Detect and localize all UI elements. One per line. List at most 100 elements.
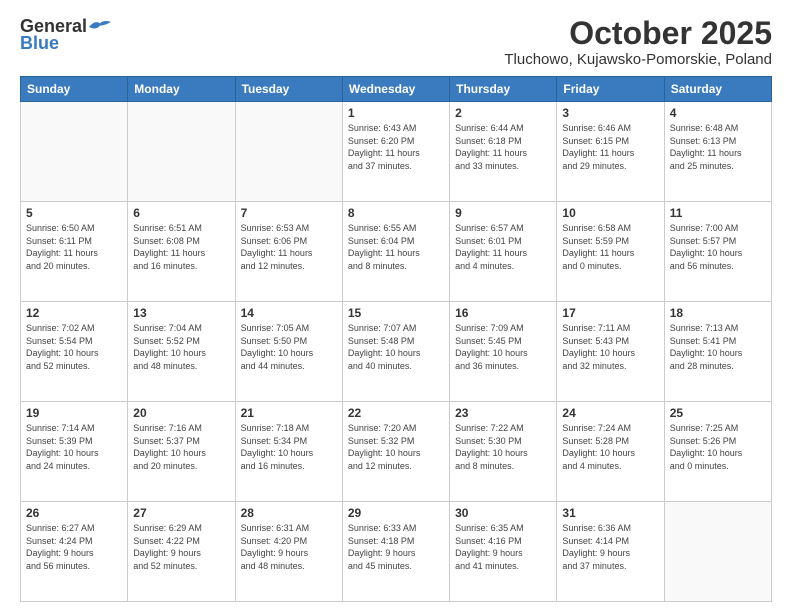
calendar-cell: 19 Sunrise: 7:14 AMSunset: 5:39 PMDayligh…	[21, 402, 128, 502]
calendar-cell: 7 Sunrise: 6:53 AMSunset: 6:06 PMDaylight…	[235, 202, 342, 302]
day-info: Sunrise: 6:48 AMSunset: 6:13 PMDaylight:…	[670, 122, 766, 172]
calendar-cell: 22 Sunrise: 7:20 AMSunset: 5:32 PMDayligh…	[342, 402, 449, 502]
day-number: 9	[455, 206, 551, 220]
day-number: 19	[26, 406, 122, 420]
day-number: 7	[241, 206, 337, 220]
day-info: Sunrise: 6:27 AMSunset: 4:24 PMDaylight:…	[26, 522, 122, 572]
calendar-cell	[235, 102, 342, 202]
calendar-cell: 4 Sunrise: 6:48 AMSunset: 6:13 PMDaylight…	[664, 102, 771, 202]
day-number: 28	[241, 506, 337, 520]
day-number: 29	[348, 506, 444, 520]
page: General Blue October 2025 Tluchowo, Kuja…	[0, 0, 792, 612]
day-number: 23	[455, 406, 551, 420]
week-row-3: 19 Sunrise: 7:14 AMSunset: 5:39 PMDayligh…	[21, 402, 772, 502]
day-number: 25	[670, 406, 766, 420]
day-info: Sunrise: 6:31 AMSunset: 4:20 PMDaylight:…	[241, 522, 337, 572]
calendar-cell: 30 Sunrise: 6:35 AMSunset: 4:16 PMDayligh…	[450, 502, 557, 602]
day-info: Sunrise: 6:50 AMSunset: 6:11 PMDaylight:…	[26, 222, 122, 272]
day-number: 2	[455, 106, 551, 120]
title-section: October 2025 Tluchowo, Kujawsko-Pomorski…	[504, 16, 772, 68]
weekday-header-wednesday: Wednesday	[342, 77, 449, 102]
weekday-header-sunday: Sunday	[21, 77, 128, 102]
calendar-cell: 15 Sunrise: 7:07 AMSunset: 5:48 PMDayligh…	[342, 302, 449, 402]
day-info: Sunrise: 7:09 AMSunset: 5:45 PMDaylight:…	[455, 322, 551, 372]
calendar-cell: 17Sunrise: 7:11 AMSunset: 5:43 PMDayligh…	[557, 302, 664, 402]
week-row-4: 26Sunrise: 6:27 AMSunset: 4:24 PMDayligh…	[21, 502, 772, 602]
day-number: 13	[133, 306, 229, 320]
day-number: 6	[133, 206, 229, 220]
day-info: Sunrise: 7:24 AMSunset: 5:28 PMDaylight:…	[562, 422, 658, 472]
calendar-cell: 3 Sunrise: 6:46 AMSunset: 6:15 PMDaylight…	[557, 102, 664, 202]
calendar-cell: 8 Sunrise: 6:55 AMSunset: 6:04 PMDaylight…	[342, 202, 449, 302]
calendar-cell: 9 Sunrise: 6:57 AMSunset: 6:01 PMDaylight…	[450, 202, 557, 302]
day-number: 5	[26, 206, 122, 220]
day-number: 15	[348, 306, 444, 320]
day-info: Sunrise: 7:07 AMSunset: 5:48 PMDaylight:…	[348, 322, 444, 372]
day-info: Sunrise: 6:46 AMSunset: 6:15 PMDaylight:…	[562, 122, 658, 172]
logo-bird-icon	[89, 19, 111, 35]
calendar-cell: 5 Sunrise: 6:50 AMSunset: 6:11 PMDaylight…	[21, 202, 128, 302]
day-number: 10	[562, 206, 658, 220]
day-info: Sunrise: 6:53 AMSunset: 6:06 PMDaylight:…	[241, 222, 337, 272]
calendar-table: SundayMondayTuesdayWednesdayThursdayFrid…	[20, 76, 772, 602]
weekday-header-thursday: Thursday	[450, 77, 557, 102]
calendar-cell: 13 Sunrise: 7:04 AMSunset: 5:52 PMDayligh…	[128, 302, 235, 402]
calendar-cell: 12Sunrise: 7:02 AMSunset: 5:54 PMDayligh…	[21, 302, 128, 402]
calendar-cell: 31 Sunrise: 6:36 AMSunset: 4:14 PMDayligh…	[557, 502, 664, 602]
day-info: Sunrise: 6:57 AMSunset: 6:01 PMDaylight:…	[455, 222, 551, 272]
day-info: Sunrise: 6:33 AMSunset: 4:18 PMDaylight:…	[348, 522, 444, 572]
calendar-cell: 28 Sunrise: 6:31 AMSunset: 4:20 PMDayligh…	[235, 502, 342, 602]
day-number: 3	[562, 106, 658, 120]
day-info: Sunrise: 7:11 AMSunset: 5:43 PMDaylight:…	[562, 322, 658, 372]
calendar-cell	[664, 502, 771, 602]
calendar-cell: 26Sunrise: 6:27 AMSunset: 4:24 PMDayligh…	[21, 502, 128, 602]
location-title: Tluchowo, Kujawsko-Pomorskie, Poland	[504, 51, 772, 68]
weekday-header-monday: Monday	[128, 77, 235, 102]
day-info: Sunrise: 7:18 AMSunset: 5:34 PMDaylight:…	[241, 422, 337, 472]
day-number: 24	[562, 406, 658, 420]
day-number: 22	[348, 406, 444, 420]
week-row-1: 5 Sunrise: 6:50 AMSunset: 6:11 PMDaylight…	[21, 202, 772, 302]
header: General Blue October 2025 Tluchowo, Kuja…	[20, 16, 772, 68]
logo-blue: Blue	[20, 33, 59, 54]
calendar-cell: 1Sunrise: 6:43 AMSunset: 6:20 PMDaylight…	[342, 102, 449, 202]
day-info: Sunrise: 7:00 AMSunset: 5:57 PMDaylight:…	[670, 222, 766, 272]
weekday-header-friday: Friday	[557, 77, 664, 102]
weekday-header-row: SundayMondayTuesdayWednesdayThursdayFrid…	[21, 77, 772, 102]
day-number: 21	[241, 406, 337, 420]
week-row-2: 12Sunrise: 7:02 AMSunset: 5:54 PMDayligh…	[21, 302, 772, 402]
day-number: 14	[241, 306, 337, 320]
day-info: Sunrise: 6:44 AMSunset: 6:18 PMDaylight:…	[455, 122, 551, 172]
logo: General Blue	[20, 16, 111, 54]
day-number: 8	[348, 206, 444, 220]
day-info: Sunrise: 6:36 AMSunset: 4:14 PMDaylight:…	[562, 522, 658, 572]
calendar-cell: 20Sunrise: 7:16 AMSunset: 5:37 PMDayligh…	[128, 402, 235, 502]
day-info: Sunrise: 7:04 AMSunset: 5:52 PMDaylight:…	[133, 322, 229, 372]
calendar-cell: 10Sunrise: 6:58 AMSunset: 5:59 PMDayligh…	[557, 202, 664, 302]
calendar-cell: 11Sunrise: 7:00 AMSunset: 5:57 PMDayligh…	[664, 202, 771, 302]
day-info: Sunrise: 7:20 AMSunset: 5:32 PMDaylight:…	[348, 422, 444, 472]
day-number: 20	[133, 406, 229, 420]
calendar-cell: 21 Sunrise: 7:18 AMSunset: 5:34 PMDayligh…	[235, 402, 342, 502]
day-number: 4	[670, 106, 766, 120]
day-info: Sunrise: 6:35 AMSunset: 4:16 PMDaylight:…	[455, 522, 551, 572]
day-number: 1	[348, 106, 444, 120]
calendar-cell	[128, 102, 235, 202]
day-info: Sunrise: 7:05 AMSunset: 5:50 PMDaylight:…	[241, 322, 337, 372]
calendar-cell: 24 Sunrise: 7:24 AMSunset: 5:28 PMDayligh…	[557, 402, 664, 502]
calendar-cell: 25 Sunrise: 7:25 AMSunset: 5:26 PMDayligh…	[664, 402, 771, 502]
day-info: Sunrise: 7:02 AMSunset: 5:54 PMDaylight:…	[26, 322, 122, 372]
day-info: Sunrise: 6:29 AMSunset: 4:22 PMDaylight:…	[133, 522, 229, 572]
calendar-cell: 16Sunrise: 7:09 AMSunset: 5:45 PMDayligh…	[450, 302, 557, 402]
day-info: Sunrise: 6:55 AMSunset: 6:04 PMDaylight:…	[348, 222, 444, 272]
day-number: 30	[455, 506, 551, 520]
day-number: 31	[562, 506, 658, 520]
calendar-cell: 18Sunrise: 7:13 AMSunset: 5:41 PMDayligh…	[664, 302, 771, 402]
month-title: October 2025	[504, 16, 772, 51]
calendar-cell: 29 Sunrise: 6:33 AMSunset: 4:18 PMDayligh…	[342, 502, 449, 602]
calendar-cell: 6Sunrise: 6:51 AMSunset: 6:08 PMDaylight…	[128, 202, 235, 302]
day-info: Sunrise: 7:25 AMSunset: 5:26 PMDaylight:…	[670, 422, 766, 472]
day-info: Sunrise: 7:14 AMSunset: 5:39 PMDaylight:…	[26, 422, 122, 472]
calendar-cell: 2 Sunrise: 6:44 AMSunset: 6:18 PMDaylight…	[450, 102, 557, 202]
day-info: Sunrise: 7:22 AMSunset: 5:30 PMDaylight:…	[455, 422, 551, 472]
